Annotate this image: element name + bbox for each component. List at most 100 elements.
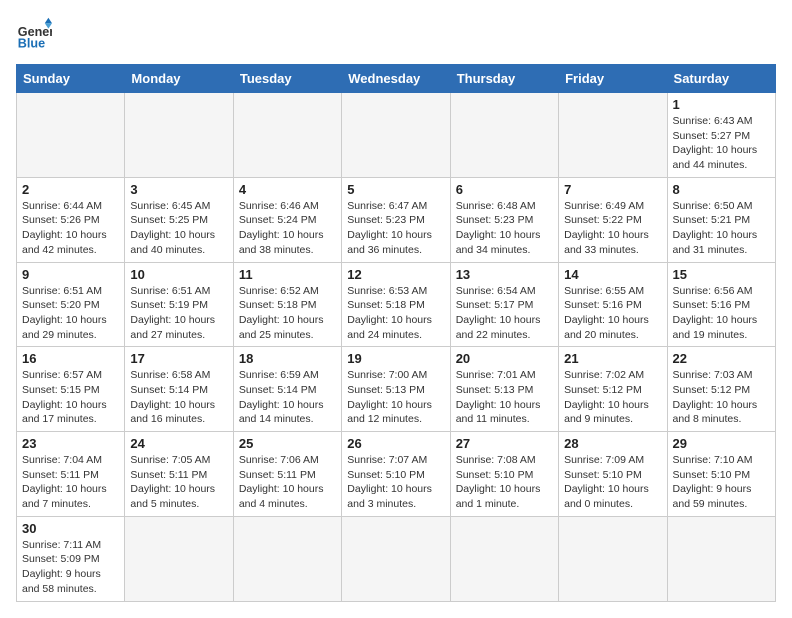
calendar-week-4: 16 Sunrise: 6:57 AM Sunset: 5:15 PM Dayli… [17, 347, 776, 432]
calendar-body: 1 Sunrise: 6:43 AM Sunset: 5:27 PM Daylig… [17, 93, 776, 602]
day-number: 29 [673, 436, 770, 451]
calendar-cell [342, 93, 450, 178]
calendar-cell: 17Sunrise: 6:58 AM Sunset: 5:14 PM Dayli… [125, 347, 233, 432]
calendar-cell [17, 93, 125, 178]
day-info: Sunrise: 7:11 AM Sunset: 5:09 PM Dayligh… [22, 538, 119, 597]
day-number: 28 [564, 436, 661, 451]
day-info: Sunrise: 6:44 AM Sunset: 5:26 PM Dayligh… [22, 199, 119, 258]
page-header: General Blue [16, 16, 776, 52]
day-number: 12 [347, 267, 444, 282]
day-number: 3 [130, 182, 227, 197]
day-number: 7 [564, 182, 661, 197]
logo-icon: General Blue [16, 16, 52, 52]
calendar-cell [233, 93, 341, 178]
day-number: 22 [673, 351, 770, 366]
calendar-cell: 22Sunrise: 7:03 AM Sunset: 5:12 PM Dayli… [667, 347, 775, 432]
calendar-cell: 5Sunrise: 6:47 AM Sunset: 5:23 PM Daylig… [342, 177, 450, 262]
calendar-cell: 26 Sunrise: 7:07 AM Sunset: 5:10 PM Dayli… [342, 432, 450, 517]
svg-text:Blue: Blue [18, 37, 45, 51]
calendar-week-3: 9 Sunrise: 6:51 AM Sunset: 5:20 PM Daylig… [17, 262, 776, 347]
day-info: Sunrise: 7:08 AM Sunset: 5:10 PM Dayligh… [456, 453, 553, 512]
day-number: 14 [564, 267, 661, 282]
calendar-week-2: 2 Sunrise: 6:44 AM Sunset: 5:26 PM Daylig… [17, 177, 776, 262]
calendar-cell [559, 516, 667, 601]
day-info: Sunrise: 6:54 AM Sunset: 5:17 PM Dayligh… [456, 284, 553, 343]
day-number: 21 [564, 351, 661, 366]
day-number: 1 [673, 97, 770, 112]
day-number: 20 [456, 351, 553, 366]
day-info: Sunrise: 6:53 AM Sunset: 5:18 PM Dayligh… [347, 284, 444, 343]
calendar-table: SundayMondayTuesdayWednesdayThursdayFrid… [16, 64, 776, 602]
calendar-cell [125, 93, 233, 178]
calendar-cell: 12 Sunrise: 6:53 AM Sunset: 5:18 PM Dayli… [342, 262, 450, 347]
calendar-cell: 1 Sunrise: 6:43 AM Sunset: 5:27 PM Daylig… [667, 93, 775, 178]
day-number: 30 [22, 521, 119, 536]
day-info: Sunrise: 7:00 AM Sunset: 5:13 PM Dayligh… [347, 368, 444, 427]
calendar-cell: 13Sunrise: 6:54 AM Sunset: 5:17 PM Dayli… [450, 262, 558, 347]
calendar-cell [233, 516, 341, 601]
day-info: Sunrise: 6:51 AM Sunset: 5:19 PM Dayligh… [130, 284, 227, 343]
day-info: Sunrise: 6:58 AM Sunset: 5:14 PM Dayligh… [130, 368, 227, 427]
day-info: Sunrise: 6:48 AM Sunset: 5:23 PM Dayligh… [456, 199, 553, 258]
day-info: Sunrise: 7:10 AM Sunset: 5:10 PM Dayligh… [673, 453, 770, 512]
day-info: Sunrise: 6:51 AM Sunset: 5:20 PM Dayligh… [22, 284, 119, 343]
calendar-cell [125, 516, 233, 601]
calendar-cell: 19 Sunrise: 7:00 AM Sunset: 5:13 PM Dayli… [342, 347, 450, 432]
day-number: 15 [673, 267, 770, 282]
calendar-cell: 23Sunrise: 7:04 AM Sunset: 5:11 PM Dayli… [17, 432, 125, 517]
day-number: 27 [456, 436, 553, 451]
calendar-cell: 7 Sunrise: 6:49 AM Sunset: 5:22 PM Daylig… [559, 177, 667, 262]
calendar-cell [450, 516, 558, 601]
calendar-cell: 16 Sunrise: 6:57 AM Sunset: 5:15 PM Dayli… [17, 347, 125, 432]
day-info: Sunrise: 6:43 AM Sunset: 5:27 PM Dayligh… [673, 114, 770, 173]
calendar-cell: 18Sunrise: 6:59 AM Sunset: 5:14 PM Dayli… [233, 347, 341, 432]
calendar-cell: 30 Sunrise: 7:11 AM Sunset: 5:09 PM Dayli… [17, 516, 125, 601]
day-number: 10 [130, 267, 227, 282]
calendar-cell: 20 Sunrise: 7:01 AM Sunset: 5:13 PM Dayli… [450, 347, 558, 432]
calendar-cell: 21 Sunrise: 7:02 AM Sunset: 5:12 PM Dayli… [559, 347, 667, 432]
calendar-cell: 14 Sunrise: 6:55 AM Sunset: 5:16 PM Dayli… [559, 262, 667, 347]
weekday-sunday: Sunday [17, 65, 125, 93]
weekday-monday: Monday [125, 65, 233, 93]
day-info: Sunrise: 7:07 AM Sunset: 5:10 PM Dayligh… [347, 453, 444, 512]
day-number: 9 [22, 267, 119, 282]
day-info: Sunrise: 6:47 AM Sunset: 5:23 PM Dayligh… [347, 199, 444, 258]
day-info: Sunrise: 6:46 AM Sunset: 5:24 PM Dayligh… [239, 199, 336, 258]
calendar-cell [450, 93, 558, 178]
calendar-cell: 15Sunrise: 6:56 AM Sunset: 5:16 PM Dayli… [667, 262, 775, 347]
weekday-wednesday: Wednesday [342, 65, 450, 93]
day-number: 19 [347, 351, 444, 366]
day-number: 25 [239, 436, 336, 451]
calendar-cell: 25 Sunrise: 7:06 AM Sunset: 5:11 PM Dayli… [233, 432, 341, 517]
day-number: 8 [673, 182, 770, 197]
calendar-cell: 2 Sunrise: 6:44 AM Sunset: 5:26 PM Daylig… [17, 177, 125, 262]
calendar-cell: 3 Sunrise: 6:45 AM Sunset: 5:25 PM Daylig… [125, 177, 233, 262]
day-info: Sunrise: 7:09 AM Sunset: 5:10 PM Dayligh… [564, 453, 661, 512]
day-info: Sunrise: 7:06 AM Sunset: 5:11 PM Dayligh… [239, 453, 336, 512]
day-number: 16 [22, 351, 119, 366]
weekday-thursday: Thursday [450, 65, 558, 93]
day-number: 24 [130, 436, 227, 451]
day-info: Sunrise: 6:50 AM Sunset: 5:21 PM Dayligh… [673, 199, 770, 258]
day-info: Sunrise: 7:01 AM Sunset: 5:13 PM Dayligh… [456, 368, 553, 427]
logo: General Blue [16, 16, 26, 52]
day-number: 2 [22, 182, 119, 197]
day-info: Sunrise: 6:55 AM Sunset: 5:16 PM Dayligh… [564, 284, 661, 343]
day-number: 6 [456, 182, 553, 197]
calendar-cell [559, 93, 667, 178]
day-number: 23 [22, 436, 119, 451]
day-number: 26 [347, 436, 444, 451]
day-number: 18 [239, 351, 336, 366]
calendar-week-5: 23Sunrise: 7:04 AM Sunset: 5:11 PM Dayli… [17, 432, 776, 517]
day-info: Sunrise: 7:02 AM Sunset: 5:12 PM Dayligh… [564, 368, 661, 427]
calendar-cell: 28 Sunrise: 7:09 AM Sunset: 5:10 PM Dayli… [559, 432, 667, 517]
calendar-cell [342, 516, 450, 601]
day-info: Sunrise: 6:57 AM Sunset: 5:15 PM Dayligh… [22, 368, 119, 427]
day-info: Sunrise: 6:45 AM Sunset: 5:25 PM Dayligh… [130, 199, 227, 258]
calendar-cell: 29 Sunrise: 7:10 AM Sunset: 5:10 PM Dayli… [667, 432, 775, 517]
day-info: Sunrise: 6:49 AM Sunset: 5:22 PM Dayligh… [564, 199, 661, 258]
calendar-cell [667, 516, 775, 601]
weekday-friday: Friday [559, 65, 667, 93]
calendar-cell: 4Sunrise: 6:46 AM Sunset: 5:24 PM Daylig… [233, 177, 341, 262]
weekday-header-row: SundayMondayTuesdayWednesdayThursdayFrid… [17, 65, 776, 93]
